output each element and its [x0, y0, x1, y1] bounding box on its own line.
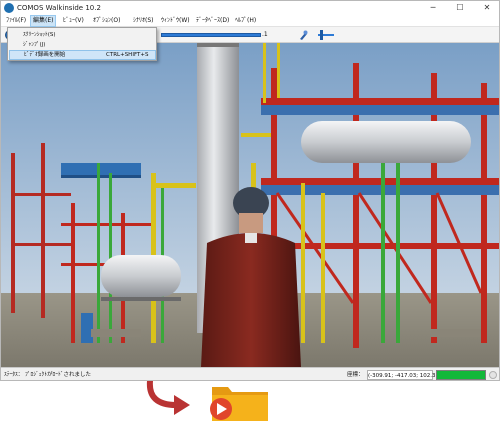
annotation-graphic [146, 378, 268, 421]
edit-menu-dropdown: ｽｸﾘｰﾝｼｮｯﾄ(S) ｼﾞｬﾝﾌﾟ(J) ﾋﾞﾃﾞｵ録画を開始 CTRL+S… [7, 27, 157, 61]
grip-icon [489, 371, 497, 379]
ground-pad [431, 329, 481, 337]
minimize-button[interactable]: ─ [421, 1, 445, 15]
menu-item-label: ﾋﾞﾃﾞｵ録画を開始 [24, 52, 66, 58]
progress-bar [436, 370, 486, 380]
toolbar-speed-slider[interactable] [318, 30, 334, 40]
plant-scene [1, 43, 499, 367]
progress-fill [437, 371, 485, 379]
coordinate-readout: (-309.91; -417.03; 102.31) [367, 370, 441, 380]
menu-item-shortcut: CTRL+SHIFT+S [106, 52, 149, 58]
menu-edit[interactable]: 編集(E) [30, 15, 57, 27]
window-title: COMOS Walkinside 10.2 [17, 4, 101, 12]
coordinate-label: 座標： [347, 372, 364, 378]
menu-options[interactable]: ｵﾌﾟｼｮﾝ(O) [91, 15, 122, 27]
3d-viewport[interactable] [1, 43, 499, 367]
slider-knob[interactable] [320, 30, 323, 40]
annotation-area [0, 378, 500, 424]
ground-pad [91, 329, 141, 337]
menu-file[interactable]: ﾌｧｲﾙ(F) [4, 15, 28, 27]
menu-database[interactable]: ﾃﾞｰﾀﾍﾞｰｽ(D) [194, 15, 231, 27]
arrow-icon [146, 378, 190, 415]
status-message: ｽﾃｰﾀｽ： ﾌﾟﾛｼﾞｪｸﾄがﾛｰﾄﾞされました [4, 372, 91, 378]
close-button[interactable]: ✕ [475, 1, 499, 15]
menu-bar: ﾌｧｲﾙ(F) 編集(E) ﾋﾞｭｰ(V) ｵﾌﾟｼｮﾝ(O) ｼﾅﾘｵ(S) … [1, 15, 499, 27]
title-bar: COMOS Walkinside 10.2 ─ ☐ ✕ [1, 1, 499, 15]
menu-item-label: ｽｸﾘｰﾝｼｮｯﾄ(S) [23, 32, 56, 38]
menu-item-start-video-recording[interactable]: ﾋﾞﾃﾞｵ録画を開始 CTRL+SHIFT+S [9, 50, 156, 60]
menu-item-label: ｼﾞｬﾝﾌﾟ(J) [23, 42, 46, 48]
toolbar-value-slider[interactable] [161, 33, 261, 37]
app-window: COMOS Walkinside 10.2 ─ ☐ ✕ ﾌｧｲﾙ(F) 編集(E… [0, 0, 500, 381]
menu-item-screenshot[interactable]: ｽｸﾘｰﾝｼｮｯﾄ(S) [9, 30, 156, 40]
toolbar-value-label: .1 [262, 31, 268, 38]
page: COMOS Walkinside 10.2 ─ ☐ ✕ ﾌｧｲﾙ(F) 編集(E… [0, 0, 500, 424]
toolbar-tool-icon[interactable] [299, 30, 308, 40]
vessel-right [301, 121, 471, 163]
menu-view[interactable]: ﾋﾞｭｰ(V) [61, 15, 86, 27]
menu-window[interactable]: ｳｨﾝﾄﾞｳ(W) [159, 15, 192, 27]
video-folder-icon [210, 387, 268, 421]
menu-scenario[interactable]: ｼﾅﾘｵ(S) [131, 15, 156, 27]
status-bar: ｽﾃｰﾀｽ： ﾌﾟﾛｼﾞｪｸﾄがﾛｰﾄﾞされました 座標： (-309.91; … [1, 367, 499, 380]
menu-help[interactable]: ﾍﾙﾌﾟ(H) [233, 15, 258, 27]
app-icon [4, 3, 14, 13]
vessel-left [101, 255, 181, 301]
menu-item-jump[interactable]: ｼﾞｬﾝﾌﾟ(J) [9, 40, 156, 50]
maximize-button[interactable]: ☐ [448, 1, 472, 15]
